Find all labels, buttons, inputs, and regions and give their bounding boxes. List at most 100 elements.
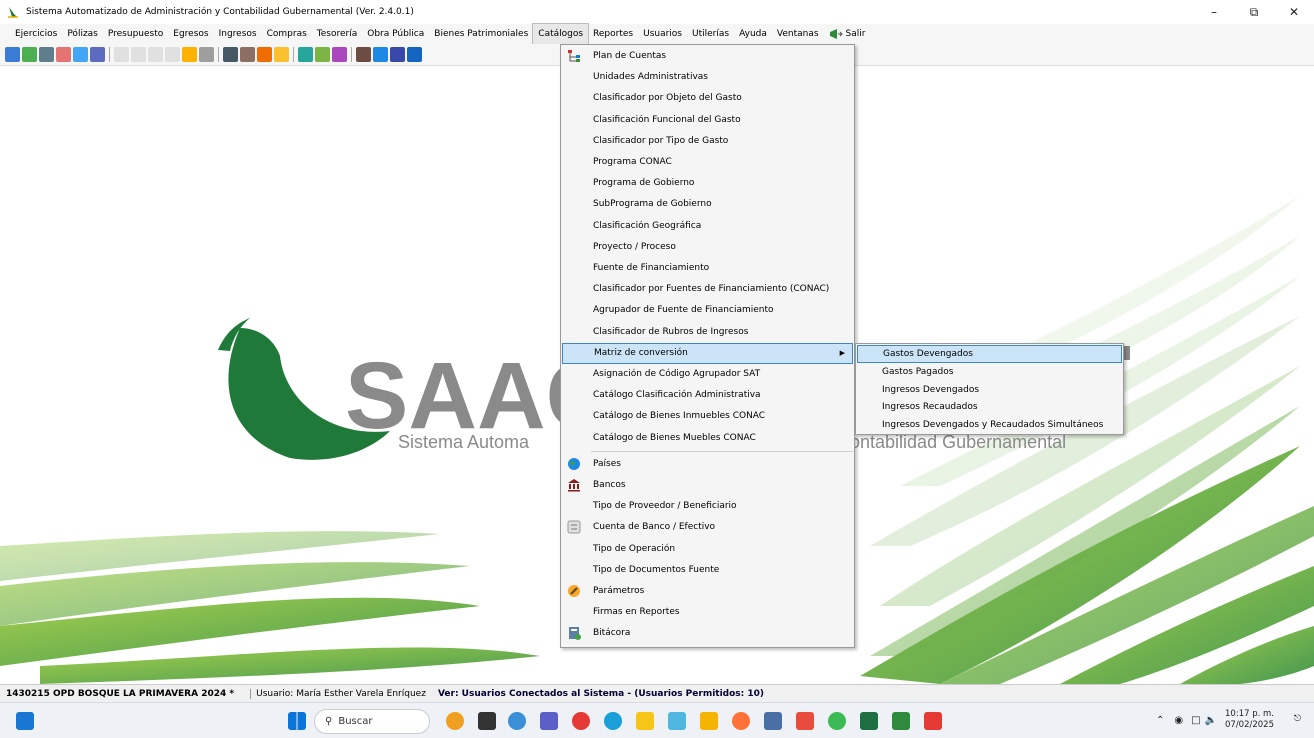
app-icon-3[interactable] — [796, 712, 814, 730]
menu-item-bancos[interactable]: Bancos — [561, 475, 854, 496]
menu-item-clasificador-por-objeto-del-gasto[interactable]: Clasificador por Objeto del Gasto — [561, 88, 854, 109]
minimize-button[interactable]: – — [1194, 0, 1234, 24]
toolbar-button-icon[interactable] — [73, 47, 88, 62]
toolbar-button-icon[interactable] — [298, 47, 313, 62]
taskbar-search[interactable]: ⚲ Buscar — [314, 709, 430, 734]
menu-item-programa-de-gobierno[interactable]: Programa de Gobierno — [561, 173, 854, 194]
menu-item-plan-de-cuentas[interactable]: Plan de Cuentas — [561, 46, 854, 67]
toolbar-button-icon[interactable] — [148, 47, 163, 62]
menu-salir[interactable]: Salir — [824, 24, 871, 44]
menu-item-tipo-de-documentos-fuente[interactable]: Tipo de Documentos Fuente — [561, 560, 854, 581]
toolbar-button-icon[interactable] — [373, 47, 388, 62]
toolbar-button-icon[interactable] — [56, 47, 71, 62]
submenu-item-gastos-pagados[interactable]: Gastos Pagados — [856, 363, 1123, 381]
toolbar-button-icon[interactable] — [182, 47, 197, 62]
submenu-item-ingresos-devengados[interactable]: Ingresos Devengados — [856, 381, 1123, 399]
menu-obra-publica[interactable]: Obra Pública — [362, 24, 429, 44]
edge-icon[interactable] — [604, 712, 622, 730]
file-explorer-icon[interactable] — [700, 712, 718, 730]
calculator-app-icon[interactable] — [636, 712, 654, 730]
menu-item-firmas-en-reportes[interactable]: Firmas en Reportes — [561, 602, 854, 623]
menu-item-unidades-administrativas[interactable]: Unidades Administrativas — [561, 67, 854, 88]
toolbar-button-icon[interactable] — [131, 47, 146, 62]
menu-usuarios[interactable]: Usuarios — [638, 24, 687, 44]
menu-item-agrupador-de-fuente-de-financiamiento[interactable]: Agrupador de Fuente de Financiamiento — [561, 300, 854, 321]
toolbar-button-icon[interactable] — [90, 47, 105, 62]
toolbar-button-icon[interactable] — [257, 47, 272, 62]
toolbar-button-icon[interactable] — [274, 47, 289, 62]
toolbar-button-icon[interactable] — [114, 47, 129, 62]
menu-utilerias[interactable]: Utilerías — [687, 24, 734, 44]
menu-item-matriz-de-conversion[interactable]: Matriz de conversión ▶ — [562, 342, 853, 364]
toolbar-button-icon[interactable] — [315, 47, 330, 62]
task-view-icon[interactable] — [478, 712, 496, 730]
menu-bienes-patrimoniales[interactable]: Bienes Patrimoniales — [429, 24, 533, 44]
submenu-item-ingresos-devengados-y-recaudados-simultaneos[interactable]: Ingresos Devengados y Recaudados Simultá… — [856, 416, 1123, 434]
toolbar-button-icon[interactable] — [5, 47, 20, 62]
menu-item-bitacora[interactable]: Bitácora — [561, 623, 854, 644]
windows-start-icon[interactable] — [288, 712, 306, 730]
menu-item-paises[interactable]: Países — [561, 454, 854, 475]
toolbar-button-icon[interactable] — [407, 47, 422, 62]
menu-egresos[interactable]: Egresos — [168, 24, 213, 44]
firefox-icon[interactable] — [732, 712, 750, 730]
menu-item-fuente-de-financiamiento[interactable]: Fuente de Financiamiento — [561, 258, 854, 279]
toolbar-button-icon[interactable] — [240, 47, 255, 62]
menu-item-programa-conac[interactable]: Programa CONAC — [561, 152, 854, 173]
chevron-up-icon[interactable]: ⌃ — [1156, 715, 1164, 726]
notification-icon[interactable]: ⎋ — [1294, 714, 1306, 728]
menu-ejercicios[interactable]: Ejercicios — [10, 24, 62, 44]
app-icon-1[interactable] — [668, 712, 686, 730]
volume-icon[interactable]: 🔈 — [1205, 715, 1217, 726]
menu-item-asignacion-de-codigo-agrupador-sat[interactable]: Asignación de Código Agrupador SAT — [561, 364, 854, 385]
menu-ingresos[interactable]: Ingresos — [214, 24, 262, 44]
menu-item-clasificacion-funcional-del-gasto[interactable]: Clasificación Funcional del Gasto — [561, 110, 854, 131]
clock[interactable]: 10:17 p. m. 07/02/2025 — [1225, 709, 1274, 731]
menu-tesoreria[interactable]: Tesorería — [312, 24, 362, 44]
menu-item-parametros[interactable]: Parámetros — [561, 581, 854, 602]
network-icon[interactable]: ◉ — [1174, 715, 1183, 726]
toolbar-button-icon[interactable] — [22, 47, 37, 62]
teams-icon[interactable] — [540, 712, 558, 730]
menu-item-clasificador-de-rubros-de-ingresos[interactable]: Clasificador de Rubros de Ingresos — [561, 322, 854, 343]
monitor-icon[interactable]: □ — [1191, 715, 1200, 726]
menu-item-cuenta-de-banco-efectivo[interactable]: Cuenta de Banco / Efectivo — [561, 517, 854, 538]
toolbar-button-icon[interactable] — [39, 47, 54, 62]
toolbar-button-icon[interactable] — [332, 47, 347, 62]
menu-item-catalogo-de-bienes-inmuebles-conac[interactable]: Catálogo de Bienes Inmuebles CONAC — [561, 406, 854, 427]
app-icon-2[interactable] — [764, 712, 782, 730]
toolbar-button-icon[interactable] — [356, 47, 371, 62]
menu-item-clasificador-por-tipo-de-gasto[interactable]: Clasificador por Tipo de Gasto — [561, 131, 854, 152]
menu-item-clasificador-por-fuentes-de-financiamiento-conac[interactable]: Clasificador por Fuentes de Financiamien… — [561, 279, 854, 300]
toolbar-button-icon[interactable] — [165, 47, 180, 62]
menu-item-proyecto-proceso[interactable]: Proyecto / Proceso — [561, 237, 854, 258]
menu-polizas[interactable]: Pólizas — [62, 24, 103, 44]
menu-item-clasificacion-geografica[interactable]: Clasificación Geográfica — [561, 216, 854, 237]
chrome-icon[interactable] — [572, 712, 590, 730]
menu-catalogos[interactable]: Catálogos — [532, 23, 590, 45]
menu-item-tipo-de-operacion[interactable]: Tipo de Operación — [561, 539, 854, 560]
people-icon[interactable] — [446, 712, 464, 730]
menu-ayuda[interactable]: Ayuda — [734, 24, 772, 44]
copilot-icon[interactable] — [508, 712, 526, 730]
toolbar-button-icon[interactable] — [390, 47, 405, 62]
toolbar-button-icon[interactable] — [223, 47, 238, 62]
saacg-taskbar-icon[interactable] — [892, 712, 910, 730]
close-button[interactable]: ✕ — [1274, 0, 1314, 24]
menu-reportes[interactable]: Reportes — [588, 24, 638, 44]
menu-item-subprograma-de-gobierno[interactable]: SubPrograma de Gobierno — [561, 194, 854, 215]
status-connected-users[interactable]: Ver: Usuarios Conectados al Sistema - (U… — [438, 689, 764, 699]
menu-ventanas[interactable]: Ventanas — [772, 24, 824, 44]
submenu-item-ingresos-recaudados[interactable]: Ingresos Recaudados — [856, 398, 1123, 416]
menu-compras[interactable]: Compras — [262, 24, 312, 44]
excel-icon[interactable] — [860, 712, 878, 730]
chrome-profile-icon[interactable] — [828, 712, 846, 730]
maximize-button[interactable]: ⧉ — [1234, 0, 1274, 24]
toolbar-button-icon[interactable] — [199, 47, 214, 62]
menu-item-tipo-de-proveedor-beneficiario[interactable]: Tipo de Proveedor / Beneficiario — [561, 496, 854, 517]
widgets-icon[interactable] — [16, 712, 34, 730]
menu-item-catalogo-de-bienes-muebles-conac[interactable]: Catálogo de Bienes Muebles CONAC — [561, 428, 854, 449]
menu-item-catalogo-clasificacion-administrativa[interactable]: Catálogo Clasificación Administrativa — [561, 385, 854, 406]
submenu-item-gastos-devengados[interactable]: Gastos Devengados — [857, 345, 1122, 363]
acrobat-icon[interactable] — [924, 712, 942, 730]
